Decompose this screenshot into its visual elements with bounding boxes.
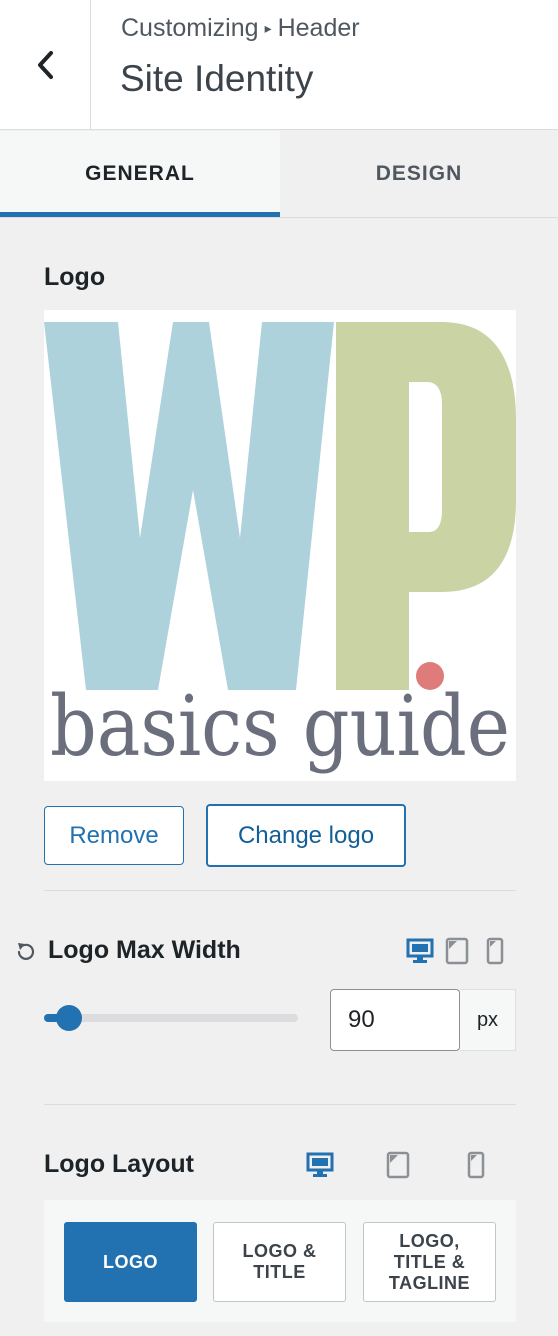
max-width-slider-track[interactable] bbox=[44, 1014, 298, 1022]
layout-option-logo[interactable]: LOGO bbox=[64, 1222, 197, 1302]
mobile-icon[interactable] bbox=[467, 1151, 485, 1179]
chevron-left-icon bbox=[38, 51, 53, 79]
logo-label: Logo bbox=[44, 263, 106, 291]
customizer-header: Customizing ▸ Header Site Identity bbox=[0, 0, 558, 130]
tab-general[interactable]: GENERAL bbox=[0, 131, 280, 217]
change-logo-button[interactable]: Change logo bbox=[206, 804, 406, 867]
panel-title: Site Identity bbox=[120, 58, 314, 99]
remove-logo-button[interactable]: Remove bbox=[44, 806, 184, 865]
max-width-label: Logo Max Width bbox=[48, 936, 241, 964]
back-button[interactable] bbox=[0, 0, 91, 130]
desktop-icon[interactable] bbox=[306, 1151, 334, 1179]
breadcrumb-parent: Customizing bbox=[121, 14, 259, 42]
divider bbox=[44, 890, 516, 891]
tab-design[interactable]: DESIGN bbox=[280, 131, 558, 217]
logo-image: basics guide bbox=[44, 310, 516, 781]
max-width-unit: px bbox=[460, 989, 516, 1051]
max-width-slider-thumb[interactable] bbox=[56, 1005, 83, 1031]
breadcrumb: Customizing ▸ Header bbox=[121, 14, 360, 43]
desktop-icon[interactable] bbox=[406, 937, 434, 965]
breadcrumb-child: Header bbox=[277, 14, 360, 42]
divider bbox=[44, 1104, 516, 1105]
logo-layout-label: Logo Layout bbox=[44, 1150, 194, 1178]
mobile-icon[interactable] bbox=[486, 937, 504, 965]
logo-tagline-text: basics guide bbox=[50, 678, 510, 775]
layout-option-logo-title-tagline[interactable]: LOGO, TITLE & TAGLINE bbox=[363, 1222, 496, 1302]
layout-option-logo-title[interactable]: LOGO & TITLE bbox=[213, 1222, 346, 1302]
max-width-input[interactable] bbox=[330, 989, 460, 1051]
logo-graphic: basics guide bbox=[44, 322, 516, 775]
tab-bar: GENERAL DESIGN bbox=[0, 131, 558, 218]
tablet-icon[interactable] bbox=[386, 1151, 410, 1179]
tablet-icon[interactable] bbox=[445, 937, 469, 965]
breadcrumb-separator: ▸ bbox=[264, 20, 272, 36]
undo-icon[interactable] bbox=[14, 940, 38, 964]
logo-layout-options: LOGO LOGO & TITLE LOGO, TITLE & TAGLINE bbox=[44, 1200, 516, 1322]
